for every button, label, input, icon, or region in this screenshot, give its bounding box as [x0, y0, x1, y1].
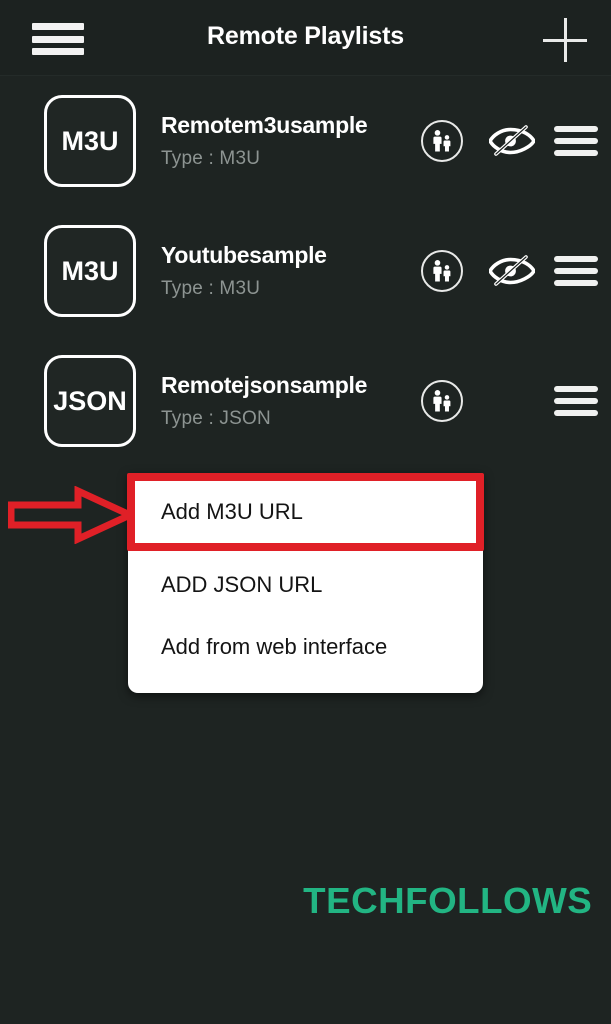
row-menu-icon[interactable]: [554, 256, 598, 286]
list-item[interactable]: M3U Youtubesample Type : M3U: [0, 206, 611, 336]
list-item[interactable]: M3U Remotem3usample Type : M3U: [0, 76, 611, 206]
playlist-list: M3U Remotem3usample Type : M3U M3U Youtu…: [0, 76, 611, 466]
parental-control-icon[interactable]: [421, 120, 463, 162]
row-menu-bar: [554, 138, 598, 144]
playlist-type-badge: M3U: [44, 95, 136, 187]
list-item-actions: [411, 76, 611, 206]
menu-item-add-from-web-interface[interactable]: Add from web interface: [128, 619, 483, 675]
row-menu-icon[interactable]: [554, 386, 598, 416]
hidden-eye-icon[interactable]: [489, 124, 535, 158]
menu-item-add-m3u-url[interactable]: Add M3U URL: [127, 473, 484, 551]
row-menu-bar: [554, 268, 598, 274]
list-item[interactable]: JSON Remotejsonsample Type : JSON: [0, 336, 611, 466]
page-title: Remote Playlists: [207, 22, 404, 50]
playlist-type-badge: JSON: [44, 355, 136, 447]
row-menu-bar: [554, 410, 598, 416]
annotation-right-arrow: [7, 485, 139, 545]
watermark: TECHFOLLOWS: [302, 880, 592, 921]
row-menu-bar: [554, 150, 598, 156]
list-item-actions: [411, 336, 611, 466]
row-menu-bar: [554, 280, 598, 286]
row-menu-bar: [554, 386, 598, 392]
app-bar: Remote Playlists: [0, 0, 611, 76]
add-playlist-popup-menu: Add M3U URL ADD JSON URL Add from web in…: [127, 473, 484, 693]
hidden-eye-icon[interactable]: [489, 254, 535, 288]
playlist-type-badge: M3U: [44, 225, 136, 317]
app-screen: Remote Playlists M3U Remotem3usample Typ…: [0, 0, 611, 1024]
row-menu-bar: [554, 256, 598, 262]
row-menu-bar: [554, 398, 598, 404]
parental-control-icon[interactable]: [421, 380, 463, 422]
plus-icon[interactable]: [541, 16, 589, 64]
row-menu-icon[interactable]: [554, 126, 598, 156]
list-item-actions: [411, 206, 611, 336]
row-menu-bar: [554, 126, 598, 132]
parental-control-icon[interactable]: [421, 250, 463, 292]
menu-item-add-json-url[interactable]: ADD JSON URL: [128, 557, 483, 613]
